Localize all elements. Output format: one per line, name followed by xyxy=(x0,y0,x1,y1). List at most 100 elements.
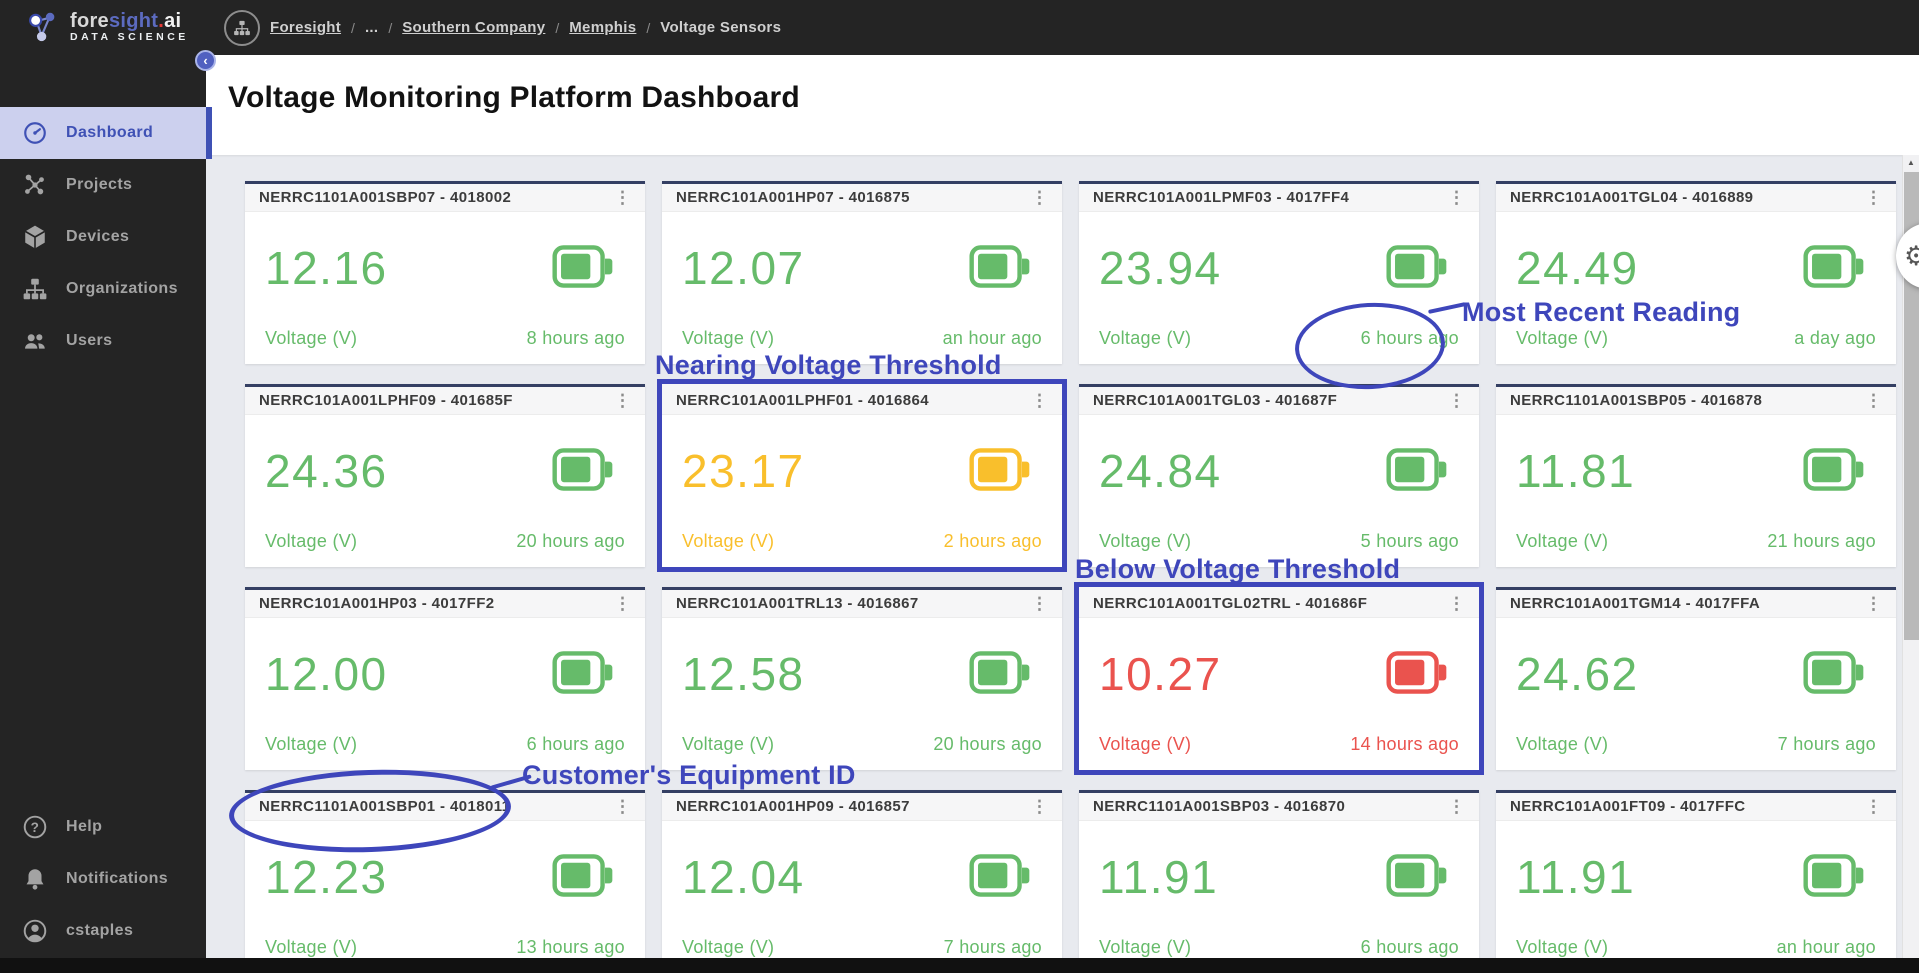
card-body: 12.23 Voltage (V) 13 hours ago xyxy=(245,821,645,972)
card-footer: Voltage (V) an hour ago xyxy=(1516,937,1876,958)
kebab-menu-icon[interactable]: ⋮ xyxy=(1444,798,1469,815)
sensor-card[interactable]: NERRC101A001TGL03 - 401687F ⋮ 24.84 Volt… xyxy=(1079,384,1479,567)
sensor-card[interactable]: NERRC1101A001SBP03 - 4016870 ⋮ 11.91 Vol… xyxy=(1079,790,1479,973)
sidebar-item-dashboard[interactable]: Dashboard xyxy=(0,107,212,159)
sidebar-item-help[interactable]: ? Help xyxy=(0,801,206,853)
card-footer: Voltage (V) 21 hours ago xyxy=(1516,531,1876,552)
card-equipment-id: NERRC101A001FT09 - 4017FFC xyxy=(1510,798,1746,815)
sensor-card[interactable]: NERRC101A001TGM14 - 4017FFA ⋮ 24.62 Volt… xyxy=(1496,587,1896,770)
breadcrumb-link-southern-company[interactable]: Southern Company xyxy=(402,19,545,36)
collapse-sidebar-button[interactable]: ‹ xyxy=(195,50,216,71)
card-unit-label: Voltage (V) xyxy=(682,328,775,348)
card-voltage-value: 12.16 xyxy=(265,242,388,294)
card-body: 11.91 Voltage (V) 6 hours ago xyxy=(1079,821,1479,972)
kebab-menu-icon[interactable]: ⋮ xyxy=(610,392,635,409)
card-header: NERRC1101A001SBP05 - 4016878 ⋮ xyxy=(1496,387,1896,415)
card-voltage-value: 12.04 xyxy=(682,851,805,903)
kebab-menu-icon[interactable]: ⋮ xyxy=(1861,595,1886,612)
sensor-card[interactable]: NERRC101A001HP07 - 4016875 ⋮ 12.07 Volta… xyxy=(662,181,1062,364)
card-last-reading-time: an hour ago xyxy=(1776,937,1876,957)
sensor-card[interactable]: NERRC101A001TRL13 - 4016867 ⋮ 12.58 Volt… xyxy=(662,587,1062,770)
sensor-card[interactable]: NERRC101A001HP03 - 4017FF2 ⋮ 12.00 Volta… xyxy=(245,587,645,770)
sensor-card[interactable]: NERRC1101A001SBP05 - 4016878 ⋮ 11.81 Vol… xyxy=(1496,384,1896,567)
card-last-reading-time: 7 hours ago xyxy=(1777,734,1876,754)
card-footer: Voltage (V) 6 hours ago xyxy=(1099,328,1459,349)
sidebar-item-label: Dashboard xyxy=(66,124,154,141)
title-band: Voltage Monitoring Platform Dashboard xyxy=(206,55,1919,155)
sidebar-item-organizations[interactable]: Organizations xyxy=(0,263,206,315)
sidebar: Dashboard Projects Devices Organizations… xyxy=(0,55,212,973)
sidebar-item-users[interactable]: Users xyxy=(0,315,206,367)
kebab-menu-icon[interactable]: ⋮ xyxy=(1027,392,1052,409)
sidebar-item-notifications[interactable]: Notifications xyxy=(0,853,206,905)
sensor-card[interactable]: NERRC101A001LPHF01 - 4016864 ⋮ 23.17 Vol… xyxy=(662,384,1062,567)
kebab-menu-icon[interactable]: ⋮ xyxy=(1861,798,1886,815)
card-body: 23.17 Voltage (V) 2 hours ago xyxy=(662,415,1062,566)
card-voltage-value: 12.58 xyxy=(682,648,805,700)
kebab-menu-icon[interactable]: ⋮ xyxy=(1444,392,1469,409)
kebab-menu-icon[interactable]: ⋮ xyxy=(610,595,635,612)
battery-icon xyxy=(552,651,613,694)
kebab-menu-icon[interactable]: ⋮ xyxy=(1027,595,1052,612)
card-equipment-id: NERRC1101A001SBP05 - 4016878 xyxy=(1510,392,1763,409)
card-footer: Voltage (V) 20 hours ago xyxy=(265,531,625,552)
user-avatar-icon xyxy=(23,919,47,943)
sensor-card[interactable]: NERRC101A001LPHF09 - 401685F ⋮ 24.36 Vol… xyxy=(245,384,645,567)
kebab-menu-icon[interactable]: ⋮ xyxy=(1027,189,1052,206)
sensor-card[interactable]: NERRC101A001TGL02TRL - 401686F ⋮ 10.27 V… xyxy=(1079,587,1479,770)
kebab-menu-icon[interactable]: ⋮ xyxy=(1444,595,1469,612)
card-last-reading-time: a day ago xyxy=(1794,328,1876,348)
card-footer: Voltage (V) 5 hours ago xyxy=(1099,531,1459,552)
sensor-card[interactable]: NERRC1101A001SBP01 - 4018011 ⋮ 12.23 Vol… xyxy=(245,790,645,973)
card-body: 12.58 Voltage (V) 20 hours ago xyxy=(662,618,1062,769)
card-last-reading-time: 21 hours ago xyxy=(1767,531,1876,551)
kebab-menu-icon[interactable]: ⋮ xyxy=(1444,189,1469,206)
breadcrumb-link-memphis[interactable]: Memphis xyxy=(569,19,636,36)
card-body: 12.16 Voltage (V) 8 hours ago xyxy=(245,212,645,363)
card-equipment-id: NERRC1101A001SBP01 - 4018011 xyxy=(259,798,511,815)
kebab-menu-icon[interactable]: ⋮ xyxy=(610,798,635,815)
gear-icon: ⚙ xyxy=(1904,240,1919,271)
card-unit-label: Voltage (V) xyxy=(265,937,358,957)
sidebar-item-label: Notifications xyxy=(66,870,169,887)
card-voltage-value: 11.91 xyxy=(1516,851,1636,903)
kebab-menu-icon[interactable]: ⋮ xyxy=(1861,392,1886,409)
settings-gear-button[interactable]: ⚙ xyxy=(1896,223,1919,289)
card-last-reading-time: 6 hours ago xyxy=(1360,328,1459,348)
card-last-reading-time: 2 hours ago xyxy=(943,531,1042,551)
card-equipment-id: NERRC101A001HP07 - 4016875 xyxy=(676,189,910,206)
card-unit-label: Voltage (V) xyxy=(1099,328,1192,348)
card-body: 24.84 Voltage (V) 5 hours ago xyxy=(1079,415,1479,566)
breadcrumb-ellipsis[interactable]: ... xyxy=(365,19,378,36)
card-voltage-value: 23.94 xyxy=(1099,242,1222,294)
kebab-menu-icon[interactable]: ⋮ xyxy=(1027,798,1052,815)
sidebar-item-devices[interactable]: Devices xyxy=(0,211,206,263)
card-header: NERRC101A001TGL02TRL - 401686F ⋮ xyxy=(1079,590,1479,618)
card-voltage-value: 24.62 xyxy=(1516,648,1639,700)
card-voltage-value: 24.49 xyxy=(1516,242,1639,294)
card-header: NERRC101A001TGL04 - 4016889 ⋮ xyxy=(1496,184,1896,212)
battery-icon xyxy=(969,651,1030,694)
card-footer: Voltage (V) 20 hours ago xyxy=(682,734,1042,755)
sensor-card[interactable]: NERRC101A001TGL04 - 4016889 ⋮ 24.49 Volt… xyxy=(1496,181,1896,364)
sensor-card[interactable]: NERRC101A001HP09 - 4016857 ⋮ 12.04 Volta… xyxy=(662,790,1062,973)
sensor-card[interactable]: NERRC101A001LPMF03 - 4017FF4 ⋮ 23.94 Vol… xyxy=(1079,181,1479,364)
scroll-up-icon[interactable]: ▲ xyxy=(1903,155,1919,171)
sidebar-item-user-cstaples[interactable]: cstaples xyxy=(0,905,206,957)
sensor-card[interactable]: NERRC1101A001SBP07 - 4018002 ⋮ 12.16 Vol… xyxy=(245,181,645,364)
sidebar-item-projects[interactable]: Projects xyxy=(0,159,206,211)
card-footer: Voltage (V) 7 hours ago xyxy=(682,937,1042,958)
card-header: NERRC101A001LPMF03 - 4017FF4 ⋮ xyxy=(1079,184,1479,212)
battery-icon xyxy=(969,448,1030,491)
card-header: NERRC101A001LPHF01 - 4016864 ⋮ xyxy=(662,387,1062,415)
card-header: NERRC101A001HP09 - 4016857 ⋮ xyxy=(662,793,1062,821)
card-footer: Voltage (V) 13 hours ago xyxy=(265,937,625,958)
app-logo: foresight.ai DATA SCIENCE xyxy=(0,8,206,48)
breadcrumb-link-foresight[interactable]: Foresight xyxy=(270,19,341,36)
kebab-menu-icon[interactable]: ⋮ xyxy=(1861,189,1886,206)
card-unit-label: Voltage (V) xyxy=(1516,328,1609,348)
sensor-card[interactable]: NERRC101A001FT09 - 4017FFC ⋮ 11.91 Volta… xyxy=(1496,790,1896,973)
card-footer: Voltage (V) a day ago xyxy=(1516,328,1876,349)
card-last-reading-time: 20 hours ago xyxy=(516,531,625,551)
kebab-menu-icon[interactable]: ⋮ xyxy=(610,189,635,206)
